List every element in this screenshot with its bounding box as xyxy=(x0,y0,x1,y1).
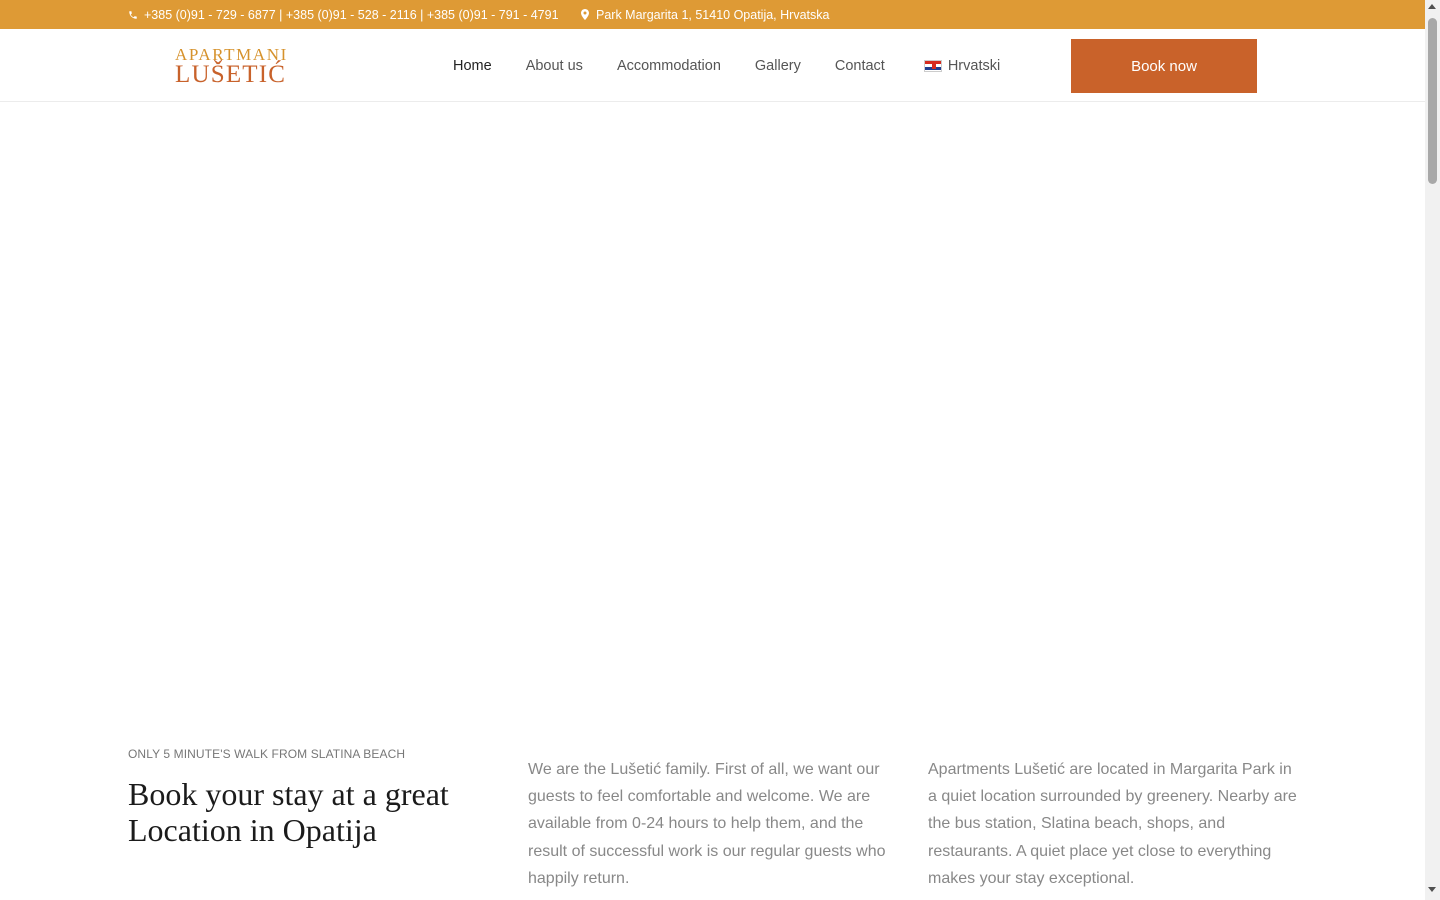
phone-icon xyxy=(127,9,139,21)
nav-item-contact[interactable]: Contact xyxy=(835,29,885,102)
scroll-down-arrow-icon[interactable] xyxy=(1428,887,1436,892)
nav-item-home[interactable]: Home xyxy=(453,29,492,102)
book-now-button[interactable]: Book now xyxy=(1071,39,1257,93)
nav-item-gallery[interactable]: Gallery xyxy=(755,29,801,102)
site-logo[interactable]: APARTMANI LUŠETIĆ xyxy=(175,46,321,90)
intro-paragraph-family: We are the Lušetić family. First of all,… xyxy=(528,761,886,887)
map-pin-icon xyxy=(579,9,591,21)
scroll-up-arrow-icon[interactable] xyxy=(1428,4,1436,9)
main-nav: Home About us Accommodation Gallery Cont… xyxy=(453,29,1034,102)
croatian-flag-icon xyxy=(923,59,942,72)
address-text: Park Margarita 1, 51410 Opatija, Hrvatsk… xyxy=(596,7,830,22)
top-info-bar: +385 (0)91 - 729 - 6877 | +385 (0)91 - 5… xyxy=(0,0,1425,29)
intro-headline: Book your stay at a great Location in Op… xyxy=(128,776,449,848)
logo-line-2: LUŠETIĆ xyxy=(175,61,287,88)
intro-paragraph-location: Apartments Lušetić are located in Margar… xyxy=(928,761,1297,887)
address-info[interactable]: Park Margarita 1, 51410 Opatija, Hrvatsk… xyxy=(579,0,829,29)
site-header: APARTMANI LUŠETIĆ Home About us Accommod… xyxy=(0,29,1425,102)
phone-numbers: +385 (0)91 - 729 - 6877 | +385 (0)91 - 5… xyxy=(144,7,559,22)
intro-kicker: ONLY 5 MINUTE'S WALK FROM SLATINA BEACH xyxy=(128,747,406,761)
nav-item-about-us[interactable]: About us xyxy=(526,29,583,102)
scrollbar-thumb[interactable] xyxy=(1428,18,1437,184)
hero-banner xyxy=(0,103,1425,723)
language-switcher[interactable]: Hrvatski xyxy=(923,29,1001,102)
phone-info[interactable]: +385 (0)91 - 729 - 6877 | +385 (0)91 - 5… xyxy=(127,0,559,29)
page-scrollbar[interactable] xyxy=(1425,0,1440,900)
language-label: Hrvatski xyxy=(947,57,1001,74)
nav-item-accommodation[interactable]: Accommodation xyxy=(617,29,721,102)
